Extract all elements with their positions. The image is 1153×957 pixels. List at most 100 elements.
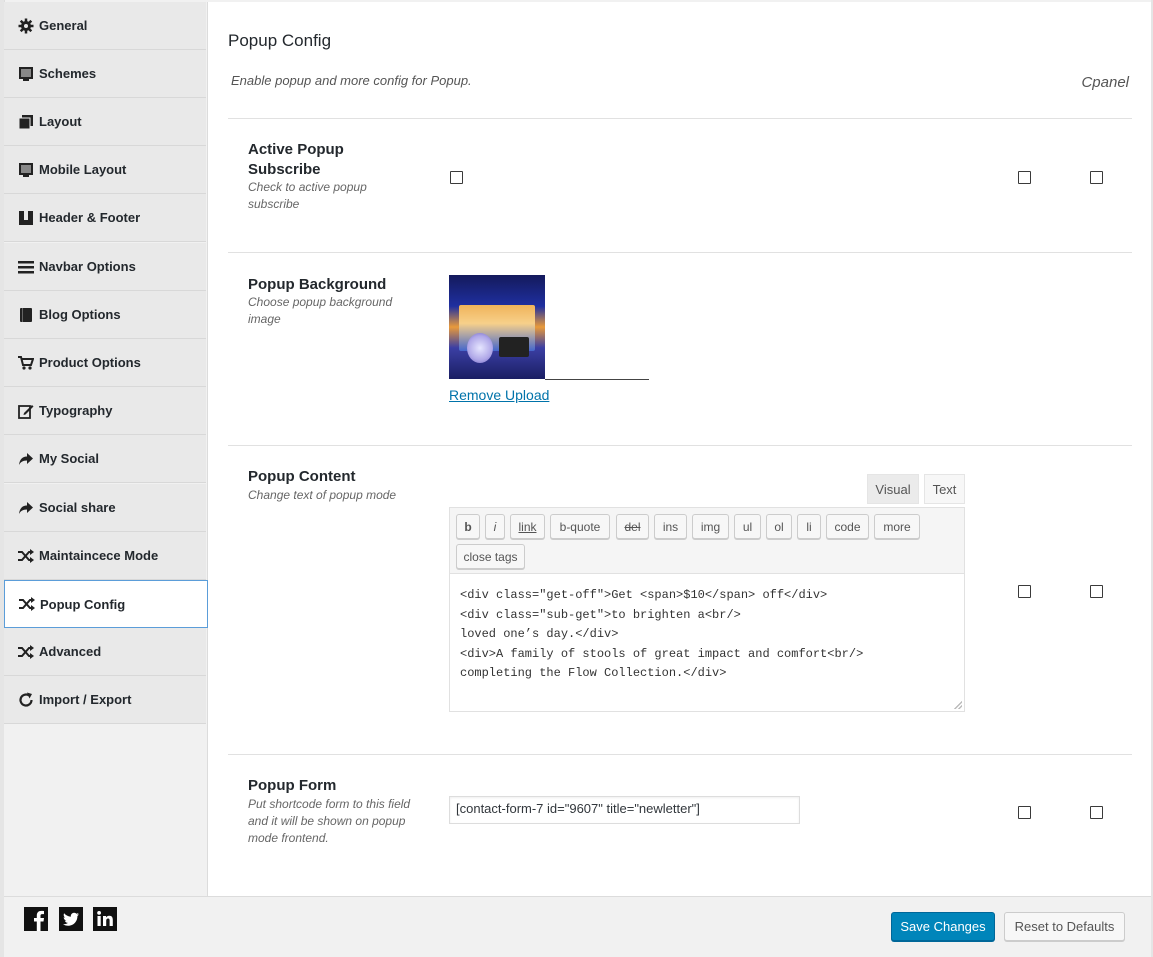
quicktag-del-button[interactable]: del: [616, 514, 649, 539]
shuffle-icon: [18, 548, 34, 564]
sidebar-item-advanced[interactable]: Advanced: [4, 628, 206, 676]
sidebar-item-label: Maintaincece Mode: [39, 548, 159, 563]
active-popup-checkbox-2[interactable]: [1018, 171, 1031, 184]
refresh-icon: [18, 692, 34, 708]
popup-content-label: Popup Content: [248, 468, 356, 485]
sidebar-item-schemes[interactable]: Schemes: [4, 50, 206, 98]
quicktag-img-button[interactable]: img: [692, 514, 729, 539]
popup-content-subtitle: Change text of popup mode: [248, 488, 397, 502]
quicktag-bold-button[interactable]: b: [456, 514, 480, 539]
tab-text[interactable]: Text: [924, 474, 965, 504]
cart-icon: [18, 355, 34, 371]
sidebar-item-my-social[interactable]: My Social: [4, 435, 206, 483]
sidebar-item-blog-options[interactable]: Blog Options: [4, 291, 206, 339]
active-popup-checkbox-3[interactable]: [1090, 171, 1103, 184]
sidebar-item-product-options[interactable]: Product Options: [4, 339, 206, 387]
sidebar-item-label: Import / Export: [39, 692, 132, 707]
active-popup-checkbox[interactable]: [450, 171, 463, 184]
quicktag-italic-button[interactable]: i: [485, 514, 505, 539]
reset-defaults-button[interactable]: Reset to Defaults: [1004, 912, 1125, 941]
sidebar-item-label: Schemes: [39, 66, 97, 81]
footer-bar: Save Changes Reset to Defaults: [4, 896, 1151, 957]
sidebar-item-label: Header & Footer: [39, 210, 141, 225]
cpanel-label: Cpanel: [1081, 74, 1129, 91]
sidebar-item-label: Typography: [39, 403, 113, 418]
columns-icon: [18, 210, 34, 226]
sidebar-item-typography[interactable]: Typography: [4, 387, 206, 435]
popup-background-label: Popup Background: [248, 276, 387, 293]
popup-form-subtitle: Put shortcode form to this field and it …: [248, 797, 411, 845]
sidebar-item-label: Layout: [39, 114, 82, 129]
quicktags-toolbar: b i link b-quote del ins img ul ol li co…: [449, 507, 965, 574]
facebook-icon[interactable]: [24, 907, 48, 931]
divider: [228, 445, 1132, 446]
popup-form-shortcode-input[interactable]: [contact-form-7 id="9607" title="newlett…: [449, 796, 800, 824]
sidebar-item-label: Blog Options: [39, 307, 121, 322]
tab-visual[interactable]: Visual: [867, 474, 919, 504]
popup-form-checkbox-1[interactable]: [1018, 806, 1031, 819]
sidebar-item-mobile-layout[interactable]: Mobile Layout: [4, 146, 206, 194]
monitor-icon: [18, 162, 34, 178]
code-line: <div class="get-off">Get <span>$10</span…: [460, 588, 828, 602]
linkedin-icon[interactable]: [93, 907, 117, 931]
monitor-icon: [18, 66, 34, 82]
sidebar-item-layout[interactable]: Layout: [4, 98, 206, 146]
twitter-icon[interactable]: [59, 907, 83, 931]
quicktag-li-button[interactable]: li: [797, 514, 821, 539]
save-changes-button[interactable]: Save Changes: [891, 912, 995, 941]
sidebar-item-header-footer[interactable]: Header & Footer: [4, 194, 206, 242]
quicktag-ul-button[interactable]: ul: [734, 514, 761, 539]
share-arrow-icon: [18, 500, 34, 516]
book-icon: [18, 307, 34, 323]
remove-upload-link[interactable]: Remove Upload: [449, 387, 549, 403]
popup-content-checkbox-2[interactable]: [1090, 585, 1103, 598]
sidebar-item-import-export[interactable]: Import / Export: [4, 676, 206, 724]
sidebar-item-label: Product Options: [39, 355, 141, 370]
share-arrow-icon: [18, 451, 34, 467]
code-line: <div class="sub-get">to brighten a<br/>: [460, 607, 741, 622]
code-line: <div>A family of stools of great impact …: [460, 646, 864, 661]
shuffle-icon: [18, 644, 34, 660]
sidebar-item-popup-config[interactable]: Popup Config: [4, 580, 208, 628]
gear-icon: [18, 18, 34, 34]
sidebar-item-label: Social share: [39, 500, 116, 515]
section-description: Enable popup and more config for Popup.: [231, 73, 472, 88]
code-line: loved one’s day.</div>: [460, 627, 619, 641]
sidebar-item-social-share[interactable]: Social share: [4, 484, 206, 532]
popup-content-checkbox-1[interactable]: [1018, 585, 1031, 598]
quicktag-close-tags-button[interactable]: close tags: [456, 544, 525, 569]
shuffle-icon: [19, 596, 35, 612]
background-image-thumbnail: [449, 275, 545, 379]
quicktag-bquote-button[interactable]: b-quote: [550, 514, 610, 539]
quicktag-ol-button[interactable]: ol: [766, 514, 792, 539]
divider: [228, 252, 1132, 253]
active-popup-subtitle: Check to active popup subscribe: [248, 180, 367, 211]
popup-background-subtitle: Choose popup background image: [248, 295, 393, 326]
sidebar-item-label: Navbar Options: [39, 259, 136, 274]
quicktag-ins-button[interactable]: ins: [654, 514, 687, 539]
code-line: completing the Flow Collection.</div>: [460, 666, 727, 680]
divider: [228, 118, 1132, 119]
popup-form-checkbox-2[interactable]: [1090, 806, 1103, 819]
sidebar-item-general[interactable]: General: [4, 2, 206, 50]
main-content: Popup Config Enable popup and more confi…: [207, 2, 1151, 896]
quicktag-more-button[interactable]: more: [874, 514, 920, 539]
upload-url-field: [545, 379, 649, 380]
sidebar: General Schemes Layout Mobile Layout Hea…: [4, 2, 208, 896]
sidebar-item-label: My Social: [39, 451, 99, 466]
resize-handle[interactable]: [954, 701, 962, 709]
popup-content-textarea[interactable]: <div class="get-off">Get <span>$10</span…: [449, 573, 965, 712]
page-title: Popup Config: [228, 31, 332, 50]
sidebar-item-label: General: [39, 18, 88, 33]
active-popup-label: Active Popup Subscribe: [248, 141, 344, 178]
divider: [228, 754, 1132, 755]
sidebar-item-label: Mobile Layout: [39, 162, 127, 177]
sidebar-item-label: Popup Config: [40, 596, 126, 612]
sidebar-item-maintenance-mode[interactable]: Maintaincece Mode: [4, 532, 206, 580]
sidebar-item-label: Advanced: [39, 644, 102, 659]
quicktag-code-button[interactable]: code: [826, 514, 869, 539]
popup-form-label: Popup Form: [248, 777, 337, 794]
edit-icon: [18, 403, 34, 419]
sidebar-item-navbar-options[interactable]: Navbar Options: [4, 243, 206, 291]
quicktag-link-button[interactable]: link: [510, 514, 545, 539]
